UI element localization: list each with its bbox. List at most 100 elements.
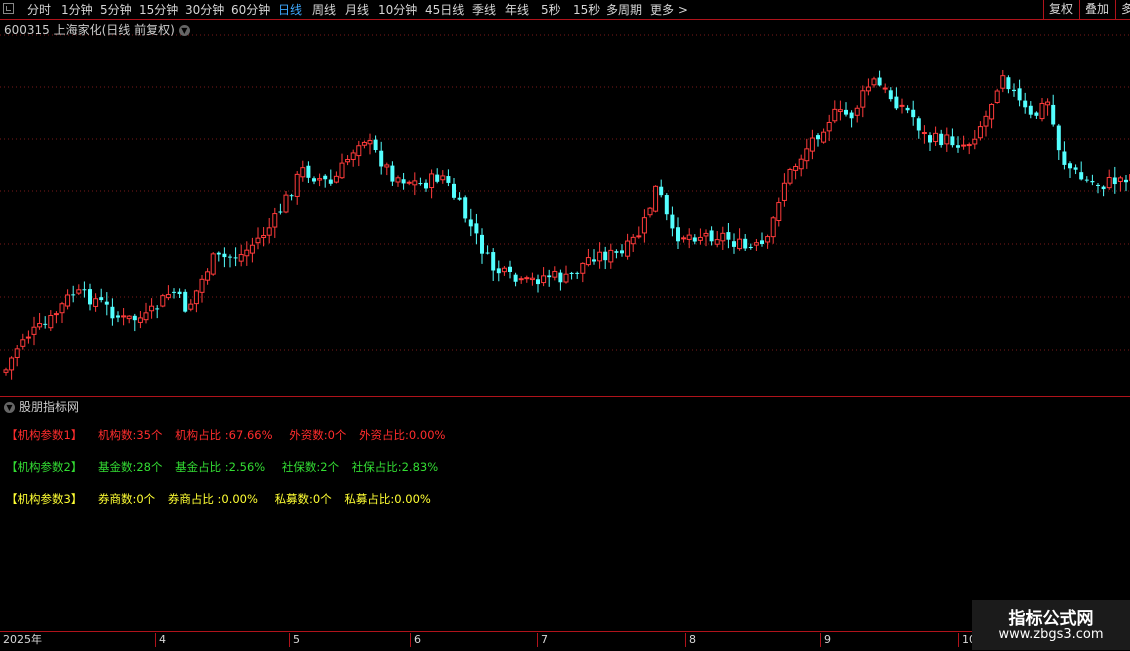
candle-body: [362, 142, 366, 145]
candle-body: [637, 236, 641, 237]
period-tab[interactable]: 60分钟: [231, 1, 270, 18]
candle-body: [726, 232, 730, 240]
candle-body: [1023, 101, 1027, 108]
date-label: 7: [537, 633, 548, 647]
indicator-value: 私募数:0个: [275, 492, 332, 506]
candle-body: [54, 314, 58, 315]
period-tab[interactable]: 15分钟: [139, 1, 178, 18]
period-tab-active[interactable]: 日线: [278, 1, 302, 18]
candle-body: [917, 118, 921, 130]
period-tab[interactable]: 多周期: [606, 1, 642, 18]
period-tab[interactable]: 季线: [472, 1, 496, 18]
candle-body: [889, 90, 893, 99]
candle-body: [15, 349, 19, 358]
period-tab[interactable]: 10分钟: [378, 1, 417, 18]
period-tab[interactable]: 15秒: [573, 1, 600, 18]
watermark-title: 指标公式网: [972, 604, 1130, 629]
more-periods-button[interactable]: 更多 >: [650, 1, 688, 18]
candle-body: [816, 135, 820, 139]
candle-body: [161, 296, 165, 306]
date-label: 5: [289, 633, 300, 647]
candle-body: [760, 240, 764, 244]
candle-body: [262, 236, 266, 238]
indicator-value: 社保数:2个: [282, 460, 339, 474]
period-tab[interactable]: 45日线: [425, 1, 464, 18]
watermark-logo: 指标公式网 www.zbgs3.com: [972, 600, 1130, 650]
candle-body: [77, 290, 81, 293]
period-tab[interactable]: 周线: [312, 1, 336, 18]
period-tab[interactable]: 5秒: [541, 1, 561, 18]
panel-divider[interactable]: [0, 396, 1130, 397]
candle-body: [334, 176, 338, 182]
candle-body: [1096, 185, 1100, 186]
candle-body: [396, 178, 400, 182]
candle-body: [1107, 178, 1111, 188]
candle-body: [234, 257, 238, 258]
candle-body: [978, 127, 982, 138]
candle-body: [620, 250, 624, 253]
window-menu-icon[interactable]: [3, 3, 14, 14]
period-toolbar: 分时 1分钟 5分钟 15分钟 30分钟 60分钟 日线 周线 月线 10分钟 …: [0, 0, 1130, 20]
indicator-value: 外资占比:0.00%: [359, 428, 445, 442]
candle-body: [519, 279, 523, 280]
period-tab[interactable]: 年线: [505, 1, 529, 18]
candle-body: [60, 304, 64, 313]
candle-body: [508, 267, 512, 272]
candle-body: [340, 163, 344, 178]
candle-body: [609, 250, 613, 262]
candle-body: [21, 340, 25, 347]
indicator-value: 外资数:0个: [289, 428, 346, 442]
candle-body: [357, 146, 361, 156]
indicator-row-3: 【机构参数3】 券商数:0个 券商占比 :0.00% 私募数:0个 私募占比:0…: [6, 491, 431, 507]
candle-body: [374, 140, 378, 150]
candle-body: [866, 87, 870, 91]
candle-body: [626, 241, 630, 256]
candle-body: [385, 165, 389, 167]
candle-body: [631, 237, 635, 243]
candle-body: [721, 233, 725, 241]
candlestick-chart[interactable]: [0, 0, 1130, 396]
candle-body: [822, 132, 826, 142]
period-tab[interactable]: 分时: [27, 1, 51, 18]
candle-body: [474, 223, 478, 233]
candle-body: [200, 279, 204, 292]
candle-body: [799, 159, 803, 169]
date-label: 9: [820, 633, 831, 647]
candle-body: [732, 241, 736, 247]
candle-body: [995, 91, 999, 102]
chevron-down-icon[interactable]: ▼: [179, 25, 190, 36]
candle-body: [581, 263, 585, 273]
date-label: 2025年: [0, 633, 42, 647]
indicator-title: 股朋指标网: [19, 400, 79, 414]
candle-body: [1012, 90, 1016, 91]
candle-body: [855, 108, 859, 115]
candle-body: [570, 273, 574, 274]
adjust-button[interactable]: 复权: [1043, 0, 1078, 19]
watermark-url: www.zbgs3.com: [972, 627, 1130, 642]
candle-body: [105, 302, 109, 305]
candle-body: [693, 237, 697, 241]
candle-body: [564, 274, 568, 282]
candle-body: [26, 337, 30, 338]
row-label: 【机构参数2】: [6, 460, 82, 474]
multi-button[interactable]: 多: [1115, 0, 1130, 19]
period-tab[interactable]: 5分钟: [100, 1, 132, 18]
candle-body: [1057, 126, 1061, 151]
period-tab[interactable]: 30分钟: [185, 1, 224, 18]
candle-body: [71, 294, 75, 295]
period-tab[interactable]: 1分钟: [61, 1, 93, 18]
period-tab[interactable]: 月线: [345, 1, 369, 18]
candle-body: [749, 247, 753, 248]
candle-body: [962, 145, 966, 146]
candle-body: [122, 316, 126, 317]
overlay-button[interactable]: 叠加: [1079, 0, 1114, 19]
candle-body: [329, 180, 333, 184]
candle-body: [323, 176, 327, 179]
chevron-down-icon[interactable]: ▼: [4, 402, 15, 413]
candle-body: [150, 306, 154, 311]
date-label: 8: [685, 633, 696, 647]
candle-body: [497, 268, 501, 273]
candle-body: [642, 218, 646, 233]
candle-body: [794, 167, 798, 171]
candle-body: [144, 313, 148, 320]
